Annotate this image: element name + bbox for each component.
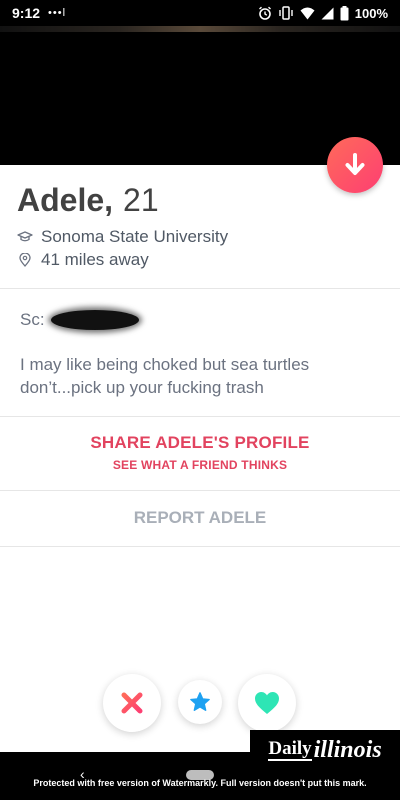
- bio-snapchat-line: Sc:: [20, 310, 139, 330]
- photo-edge: [0, 26, 400, 32]
- location-pin-icon: [19, 253, 31, 267]
- close-icon: [121, 692, 143, 714]
- watermark-note: Protected with free version of Watermark…: [33, 778, 367, 788]
- watermark-daily: Daily: [268, 738, 312, 761]
- divider: [0, 490, 400, 491]
- share-profile-subtitle[interactable]: SEE WHAT A FRIEND THINKS: [0, 458, 400, 472]
- report-button[interactable]: REPORT ADELE: [0, 508, 400, 528]
- signal-icon: [321, 7, 334, 19]
- battery-icon: [340, 5, 349, 20]
- wifi-icon: [300, 7, 315, 19]
- profile-name-row: Adele, 21: [17, 182, 159, 219]
- watermark-illinois: illinois: [313, 736, 382, 763]
- like-button[interactable]: [238, 674, 296, 732]
- school-line: Sonoma State University: [17, 227, 228, 247]
- watermark-logo: Daily illinois: [250, 730, 400, 770]
- profile-school: Sonoma State University: [41, 227, 229, 246]
- heart-icon: [255, 692, 279, 714]
- divider: [0, 288, 400, 289]
- alarm-icon: [258, 6, 271, 20]
- profile-distance: 41 miles away: [41, 250, 149, 269]
- battery-percent: 100%: [354, 5, 388, 21]
- bio-sc-label: Sc:: [20, 310, 45, 329]
- status-time: 9:12: [12, 5, 41, 21]
- bio-text: I may like being choked but sea turtles …: [20, 355, 310, 397]
- collapse-profile-button[interactable]: [327, 137, 383, 193]
- arrow-down-icon: [345, 153, 365, 175]
- distance-line: 41 miles away: [17, 250, 149, 270]
- share-profile-title[interactable]: SHARE ADELE'S PROFILE: [0, 433, 400, 453]
- profile-name: Adele,: [17, 182, 114, 218]
- divider: [0, 416, 400, 417]
- super-like-button[interactable]: [178, 680, 222, 724]
- notification-dots: •••l: [48, 7, 67, 19]
- star-icon: [190, 692, 210, 711]
- vibrate-icon: [279, 6, 293, 20]
- graduation-cap-icon: [17, 231, 33, 242]
- profile-age: 21: [123, 182, 159, 218]
- divider: [0, 546, 400, 547]
- status-bar: 9:12 •••l 100%: [0, 0, 400, 26]
- redaction-scribble: [50, 310, 139, 330]
- status-icons: 100%: [258, 5, 388, 21]
- nope-button[interactable]: [103, 674, 161, 732]
